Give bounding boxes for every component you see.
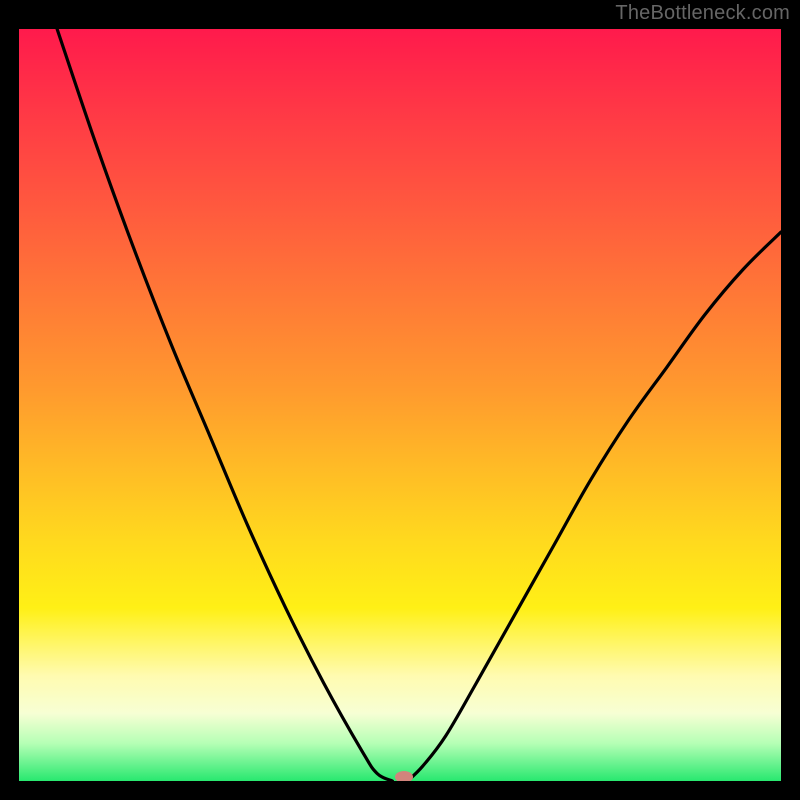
curve-left-branch [57, 29, 392, 781]
plot-area [19, 29, 781, 781]
watermark-text: TheBottleneck.com [615, 2, 790, 25]
curve-right-branch [408, 232, 781, 781]
chart-frame: TheBottleneck.com [0, 0, 800, 800]
minimum-marker [395, 771, 413, 781]
bottleneck-curve [19, 29, 781, 781]
